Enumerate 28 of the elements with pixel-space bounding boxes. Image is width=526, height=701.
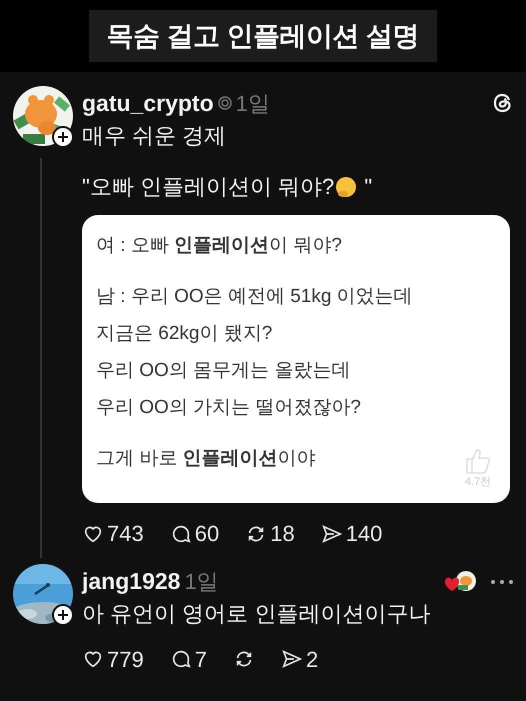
card-text-line: 여 : 오빠 인플레이션이 뭐야?	[96, 234, 342, 258]
post-time: 1일	[236, 90, 270, 118]
post-text: 아 유언이 영어로 인플레이션이구나	[82, 600, 432, 628]
card-text-line: 우리 OO의 가치는 떨어졌잖아?	[96, 396, 361, 420]
reply-button[interactable]: 60	[170, 517, 220, 550]
username[interactable]: jang1928	[82, 564, 180, 599]
banner-title: 목숨 걸고 인플레이션 설명	[88, 10, 438, 62]
card-text-line: 지금은 62kg이 됐지?	[96, 322, 272, 346]
quote-text: "오빠 인플레이션이 뭐야?	[82, 173, 334, 202]
card-text-line: 우리 OO의 몸무게는 올랐는데	[96, 359, 350, 384]
thinking-emoji-icon	[334, 174, 358, 199]
reply-button[interactable]: 7	[170, 642, 207, 676]
follow-icon[interactable]	[52, 604, 74, 626]
send-icon	[320, 522, 343, 545]
share-button[interactable]: 2	[280, 642, 318, 676]
like-button[interactable]: 743	[82, 517, 144, 550]
post-text: 매우 쉬운 경제	[82, 122, 228, 150]
card-text-line: 남 : 우리 OO은 예전에 51kg 이었는데	[96, 285, 413, 310]
like-button[interactable]: 779	[82, 642, 144, 676]
quote-text: "	[363, 173, 372, 202]
repost-button[interactable]: 18	[245, 517, 295, 550]
follow-icon[interactable]	[52, 126, 74, 148]
card-text-line: 그게 바로 인플레이션이야	[96, 447, 316, 472]
post-time: 1일	[184, 568, 219, 596]
send-icon	[280, 648, 303, 670]
more-icon[interactable]	[490, 578, 514, 586]
share-button[interactable]: 140	[320, 517, 382, 550]
username[interactable]: gatu_crypto	[82, 86, 214, 120]
